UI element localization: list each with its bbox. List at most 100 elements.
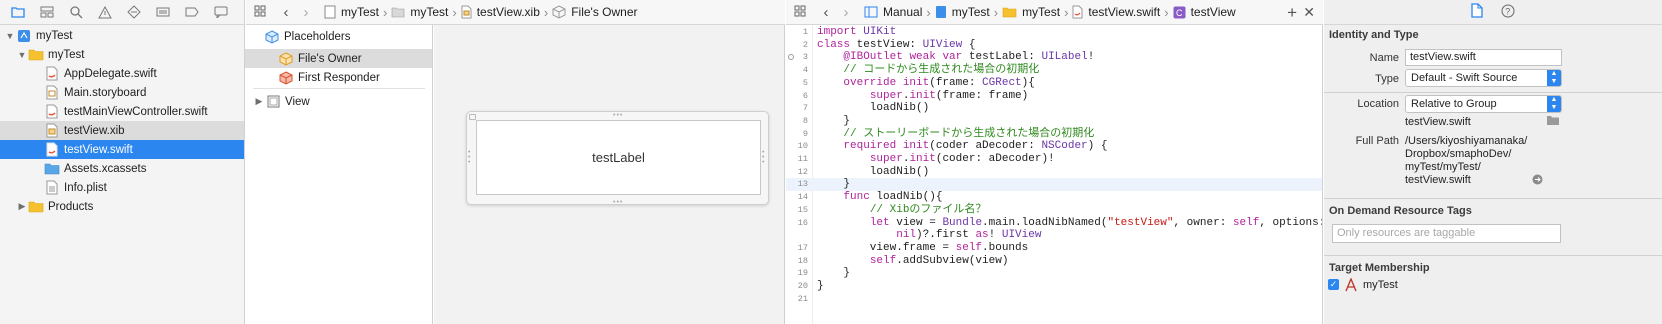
add-editor-icon[interactable]: +	[1287, 3, 1297, 23]
warning-icon[interactable]	[97, 5, 112, 19]
bottom-handle-icon[interactable]: •••	[613, 199, 623, 206]
name-field[interactable]: testView.swift	[1405, 49, 1562, 66]
left-handle-icon[interactable]: • • •	[468, 149, 474, 166]
code-line[interactable]: 3 @IBOutlet weak var testLabel: UILabel!	[786, 51, 1322, 64]
close-editor-icon[interactable]: ✕	[1303, 4, 1315, 21]
breadcrumb-manual[interactable]: Manual	[864, 5, 922, 19]
forward-arrow-icon[interactable]: ›	[296, 4, 316, 21]
code-line[interactable]: 15 // Xibのファイル名？	[786, 204, 1322, 217]
tree-item-main-storyboard[interactable]: Main.storyboard	[0, 83, 244, 102]
code-line[interactable]: nil)?.first as! UIView	[786, 229, 1322, 242]
code-line[interactable]: 6 super.init(frame: frame)	[786, 90, 1322, 103]
debug-icon[interactable]	[155, 5, 170, 19]
code-line[interactable]: 1 import UIKit	[786, 26, 1322, 39]
back-arrow-icon[interactable]: ‹	[816, 4, 836, 21]
back-arrow-icon[interactable]: ‹	[276, 4, 296, 21]
source-control-icon[interactable]	[39, 5, 54, 19]
related-items-icon[interactable]	[790, 4, 810, 21]
code-line[interactable]: 21	[786, 293, 1322, 306]
code-line[interactable]: 16 let view = Bundle.main.loadNibNamed("…	[786, 217, 1322, 230]
code-text[interactable]: }	[817, 280, 824, 293]
code-text[interactable]: @IBOutlet weak var testLabel: UILabel!	[817, 51, 1094, 64]
code-text[interactable]: // ストーリーボードから生成された場合の初期化	[817, 128, 1094, 141]
resize-handle-icon[interactable]	[469, 114, 476, 120]
tree-item-assets[interactable]: Assets.xcassets	[0, 159, 244, 178]
code-text[interactable]: super.init(frame: frame)	[817, 90, 1028, 103]
tree-item-info-plist[interactable]: Info.plist	[0, 178, 244, 197]
code-line[interactable]: 11 super.init(coder: aDecoder)!	[786, 153, 1322, 166]
test-label-view[interactable]: testLabel	[476, 120, 761, 195]
right-handle-icon[interactable]: • • •	[762, 149, 768, 166]
code-text[interactable]: self.addSubview(view)	[817, 255, 1009, 268]
code-line[interactable]: 4 // コードから生成された場合の初期化	[786, 64, 1322, 77]
code-text[interactable]: view.frame = self.bounds	[817, 242, 1028, 255]
tree-item-products[interactable]: ▶ Products	[0, 197, 244, 216]
breadcrumb-symbol[interactable]: C testView	[1173, 5, 1236, 19]
quick-help-icon[interactable]: ?	[1501, 4, 1515, 21]
breakpoint-icon[interactable]	[184, 5, 199, 19]
breadcrumb-file[interactable]: testView.swift	[1072, 5, 1160, 19]
disclosure-closed-icon[interactable]: ▶	[16, 201, 28, 212]
code-line[interactable]: 10 required init(coder aDecoder: NSCoder…	[786, 140, 1322, 153]
source-editor[interactable]: 1 import UIKit 2 class testView: UIView {3 …	[786, 25, 1323, 324]
folder-icon[interactable]	[10, 5, 25, 19]
interface-builder-canvas[interactable]: ••• ••• • • • • • • testLabel	[434, 25, 785, 324]
code-text[interactable]: // Xibのファイル名？	[817, 204, 987, 217]
xib-view-container[interactable]: ••• ••• • • • • • • testLabel	[466, 111, 769, 206]
test-icon[interactable]	[126, 5, 141, 19]
breadcrumb-project[interactable]: myTest	[935, 5, 990, 19]
type-popup[interactable]: Default - Swift Source ▲ ▼	[1405, 69, 1562, 87]
tree-item-testview-swift[interactable]: testView.swift	[0, 140, 244, 159]
code-text[interactable]: loadNib()	[817, 166, 929, 179]
resource-tags-field[interactable]: Only resources are taggable	[1332, 224, 1561, 243]
breadcrumb-group[interactable]: myTest	[391, 5, 448, 19]
code-line[interactable]: 19 }	[786, 267, 1322, 280]
related-items-icon[interactable]	[250, 4, 270, 21]
outline-files-owner[interactable]: File's Owner	[245, 49, 432, 68]
code-line[interactable]: 20}	[786, 280, 1322, 293]
code-text[interactable]: required init(coder aDecoder: NSCoder) {	[817, 140, 1107, 153]
tree-item-main-view-controller[interactable]: testMainViewController.swift	[0, 102, 244, 121]
breadcrumb-object[interactable]: File's Owner	[552, 5, 638, 19]
forward-arrow-icon[interactable]: ›	[836, 4, 856, 21]
code-text[interactable]: }	[817, 178, 850, 191]
code-line[interactable]: 9 // ストーリーボードから生成された場合の初期化	[786, 128, 1322, 141]
code-text[interactable]: let view = Bundle.main.loadNibNamed("tes…	[817, 217, 1322, 230]
code-line[interactable]: 18 self.addSubview(view)	[786, 255, 1322, 268]
disclosure-closed-icon[interactable]: ▶	[253, 96, 265, 107]
code-line[interactable]: 8 }	[786, 115, 1322, 128]
code-line[interactable]: 7 loadNib()	[786, 102, 1322, 115]
target-checkbox[interactable]: ✓	[1328, 279, 1339, 290]
code-line[interactable]: 2 class testView: UIView {	[786, 39, 1322, 52]
code-text[interactable]: }	[817, 115, 850, 128]
code-text[interactable]: import UIKit	[817, 26, 896, 39]
code-text[interactable]: }	[817, 267, 850, 280]
tree-item-project[interactable]: ▼ myTest	[0, 26, 244, 45]
find-icon[interactable]	[68, 5, 83, 19]
reveal-in-finder-icon[interactable]	[1532, 174, 1543, 188]
choose-folder-icon[interactable]	[1546, 115, 1560, 129]
code-line[interactable]: 5 override init(frame: CGRect){	[786, 77, 1322, 90]
code-text[interactable]: func loadNib(){	[817, 191, 942, 204]
code-text[interactable]: super.init(coder: aDecoder)!	[817, 153, 1055, 166]
code-line[interactable]: 17 view.frame = self.bounds	[786, 242, 1322, 255]
outline-view[interactable]: ▶ View	[245, 92, 432, 111]
tree-item-testview-xib[interactable]: testView.xib	[0, 121, 244, 140]
disclosure-open-icon[interactable]: ▼	[16, 50, 28, 60]
report-icon[interactable]	[213, 5, 228, 19]
disclosure-open-icon[interactable]: ▼	[4, 31, 16, 41]
code-line[interactable]: 12 loadNib()	[786, 166, 1322, 179]
code-text[interactable]: loadNib()	[817, 102, 929, 115]
code-line[interactable]: 14 func loadNib(){	[786, 191, 1322, 204]
file-inspector-icon[interactable]	[1471, 3, 1483, 21]
outline-first-responder[interactable]: First Responder	[245, 68, 432, 87]
code-text[interactable]: class testView: UIView {	[817, 39, 975, 52]
breadcrumb-project[interactable]: myTest	[324, 5, 379, 19]
breadcrumb-group[interactable]: myTest	[1002, 5, 1060, 19]
code-text[interactable]: override init(frame: CGRect){	[817, 77, 1034, 90]
tree-item-group-mytest[interactable]: ▼ myTest	[0, 45, 244, 64]
code-line[interactable]: 13 }	[786, 178, 1322, 192]
code-text[interactable]: // コードから生成された場合の初期化	[817, 64, 1039, 77]
top-handle-icon[interactable]: •••	[613, 112, 623, 119]
code-text[interactable]: nil)?.first as! UIView	[817, 229, 1041, 242]
